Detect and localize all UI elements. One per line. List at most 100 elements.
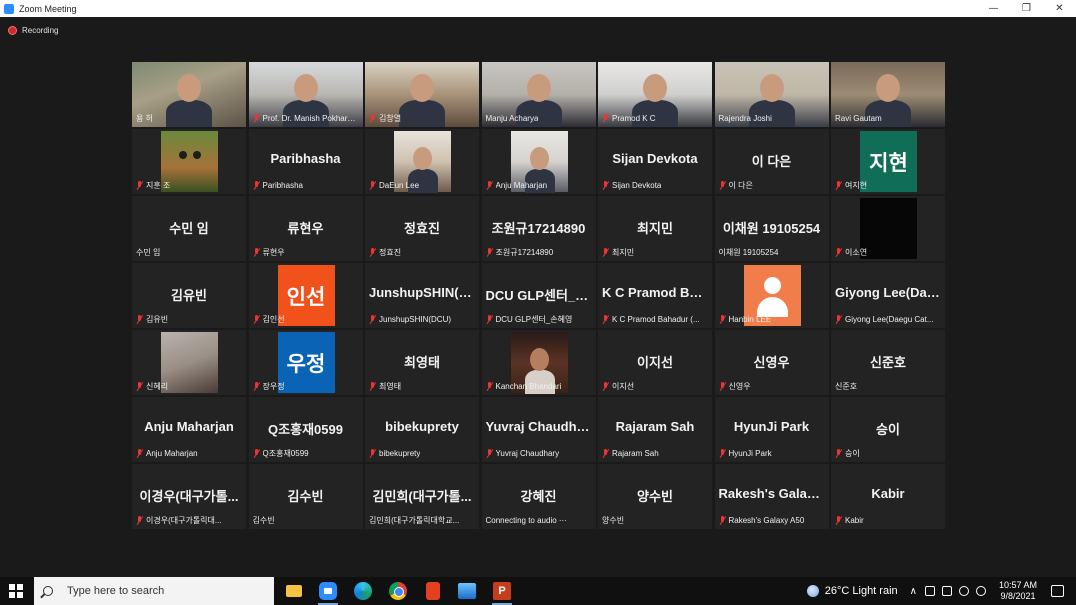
participant-tile[interactable]: 최영태 최영태 <box>365 330 479 395</box>
participant-display-name: 최영태 <box>404 355 440 370</box>
participant-tile[interactable]: 수민 임 수민 임 <box>132 196 246 261</box>
show-hidden-icons-icon[interactable]: ∧ <box>910 586 917 597</box>
participant-tile[interactable]: 신영우 신영우 <box>714 330 829 395</box>
participant-name: Kanchan Bhandari <box>495 382 562 391</box>
restore-button[interactable]: ❐ <box>1010 0 1043 17</box>
file-explorer-icon[interactable] <box>284 581 304 601</box>
participant-tile[interactable]: Rajendra Joshi <box>714 62 829 127</box>
office-icon[interactable] <box>423 581 443 601</box>
participant-tile[interactable]: Paribhasha Paribhasha <box>248 129 363 194</box>
participant-caption: 이 다은 <box>719 180 825 191</box>
muted-mic-icon <box>253 248 260 257</box>
participant-tile[interactable]: 용 허 <box>132 62 246 127</box>
participant-tile[interactable]: 김민희(대구가톨... 김민희(대구가톨릭대학교... <box>365 464 479 529</box>
battery-icon[interactable] <box>941 586 952 596</box>
participant-tile[interactable]: Anju Maharjan Anju Maharjan <box>132 397 246 462</box>
participant-tile[interactable]: 신혜리 <box>132 330 246 395</box>
minimize-button[interactable]: — <box>977 0 1010 17</box>
participant-display-name: 이 다은 <box>751 154 792 169</box>
participant-tile[interactable]: 조원규17214890 조원규17214890 <box>481 196 596 261</box>
close-button[interactable]: ✕ <box>1043 0 1076 17</box>
participant-caption: 승이 <box>835 448 941 459</box>
participant-tile[interactable]: 강혜진 Connecting to audio ··· <box>481 464 596 529</box>
participant-tile[interactable]: Kanchan Bhandari <box>481 330 596 395</box>
participant-tile[interactable]: Pramod K C <box>598 62 712 127</box>
participant-name: Prof. Dr. Manish Pokharel... <box>262 114 359 123</box>
search-placeholder: Type here to search <box>67 585 165 597</box>
participant-tile[interactable]: Giyong Lee(Dae... Giyong Lee(Daegu Cat... <box>831 263 945 328</box>
system-tray: 26°C Light rain ∧ 10:57 AM 9/8/2021 <box>806 577 1076 605</box>
zoom-taskbar-icon[interactable] <box>318 581 338 605</box>
edge-icon[interactable] <box>353 581 373 601</box>
participant-tile[interactable]: Kabir Kabir <box>831 464 945 529</box>
chrome-icon[interactable] <box>388 581 408 601</box>
participant-tile[interactable]: Sijan Devkota Sijan Devkota <box>598 129 712 194</box>
participant-tile[interactable]: Manju Acharya <box>481 62 596 127</box>
participant-name: DaEun Lee <box>379 181 420 190</box>
participant-tile[interactable]: bibekuprety bibekuprety <box>365 397 479 462</box>
recording-indicator[interactable]: Recording <box>8 24 58 36</box>
taskbar-clock[interactable]: 10:57 AM 9/8/2021 <box>999 580 1037 602</box>
participant-name: HyunJi Park <box>728 449 772 458</box>
participant-name: 이 다은 <box>728 181 753 190</box>
participant-tile[interactable]: 이채원 19105254 이채원 19105254 <box>714 196 829 261</box>
notification-center-icon[interactable] <box>1051 585 1064 597</box>
participant-caption: 김민희(대구가톨릭대학교... <box>369 515 475 526</box>
participant-tile[interactable]: 최지민 최지민 <box>598 196 712 261</box>
participant-tile[interactable]: 양수빈 양수빈 <box>598 464 712 529</box>
participant-tile[interactable]: 우정 장우정 <box>248 330 363 395</box>
participant-tile[interactable]: Prof. Dr. Manish Pokharel... <box>248 62 363 127</box>
participant-tile[interactable]: Hanbin LEE <box>714 263 829 328</box>
muted-mic-icon <box>253 315 260 324</box>
participant-tile[interactable]: K C Pramod Bah... K C Pramod Bahadur (... <box>598 263 712 328</box>
participant-tile[interactable]: JunshupSHIN(D... JunshupSHIN(DCU) <box>365 263 479 328</box>
participant-tile[interactable]: 인선 김인선 <box>248 263 363 328</box>
participant-display-name: Kabir <box>871 486 905 501</box>
participant-display-name: Rajaram Sah <box>615 419 695 434</box>
taskbar-search-box[interactable]: Type here to search <box>34 577 274 605</box>
participant-tile[interactable]: Yuvraj Chaudhary Yuvraj Chaudhary <box>481 397 596 462</box>
muted-mic-icon <box>253 449 260 458</box>
participant-tile[interactable]: Q조홍재0599 Q조홍재0599 <box>248 397 363 462</box>
participant-display-name: JunshupSHIN(D... <box>369 285 475 300</box>
participant-tile[interactable]: 이지선 이지선 <box>598 330 712 395</box>
participant-tile[interactable]: Ravi Gautam <box>831 62 945 127</box>
tablet-icon[interactable] <box>924 586 935 596</box>
volume-icon[interactable] <box>975 586 986 596</box>
title-bar: Zoom Meeting — ❐ ✕ <box>0 0 1076 17</box>
participant-caption: Connecting to audio ··· <box>486 515 592 526</box>
participant-tile[interactable]: 이경우(대구가톨... 이경우(대구가톨릭대... <box>132 464 246 529</box>
participant-name: bibekuprety <box>379 449 421 458</box>
powerpoint-icon[interactable]: P <box>492 581 512 605</box>
network-icon[interactable] <box>958 586 969 596</box>
participant-tile[interactable]: DCU GLP센터_손... DCU GLP센터_손혜영 <box>481 263 596 328</box>
participant-name: Connecting to audio ··· <box>485 516 567 525</box>
participant-tile[interactable]: 이소연 <box>831 196 945 261</box>
muted-mic-icon <box>136 315 143 324</box>
participant-tile[interactable]: Rajaram Sah Rajaram Sah <box>598 397 712 462</box>
participant-tile[interactable]: 김수빈 김수빈 <box>248 464 363 529</box>
participant-tile[interactable]: 정효진 정효진 <box>365 196 479 261</box>
participant-tile[interactable]: HyunJi Park HyunJi Park <box>714 397 829 462</box>
participant-caption: 최영태 <box>369 381 475 392</box>
windows-start-button[interactable] <box>9 584 23 598</box>
zoom-window: Zoom Meeting — ❐ ✕ Recording 용 허 Prof. Dr… <box>0 0 1076 605</box>
participant-name: 수민 임 <box>136 248 161 257</box>
participant-name: Sijan Devkota <box>612 181 662 190</box>
participant-tile[interactable]: 승이 승이 <box>831 397 945 462</box>
participant-tile[interactable]: Rakesh's Galaxy... Rakesh's Galaxy A50 <box>714 464 829 529</box>
photos-icon[interactable] <box>457 581 477 601</box>
participant-tile[interactable]: DaEun Lee <box>365 129 479 194</box>
participant-tile[interactable]: 김유빈 김유빈 <box>132 263 246 328</box>
participant-tile[interactable]: 지현 여지현 <box>831 129 945 194</box>
participant-tile[interactable]: 류현우 류현우 <box>248 196 363 261</box>
participant-tile[interactable]: 지훈 조 <box>132 129 246 194</box>
weather-icon[interactable] <box>806 585 819 597</box>
muted-mic-icon <box>719 315 726 324</box>
participant-tile[interactable]: Anju Maharjan <box>481 129 596 194</box>
weather-text[interactable]: 26°C Light rain <box>825 585 898 597</box>
participant-tile[interactable]: 이 다은 이 다은 <box>714 129 829 194</box>
participant-tile[interactable]: 김창열 <box>365 62 479 127</box>
participant-name: 김민희(대구가톨릭대학교... <box>369 516 460 525</box>
participant-tile[interactable]: 신준호 신준호 <box>831 330 945 395</box>
